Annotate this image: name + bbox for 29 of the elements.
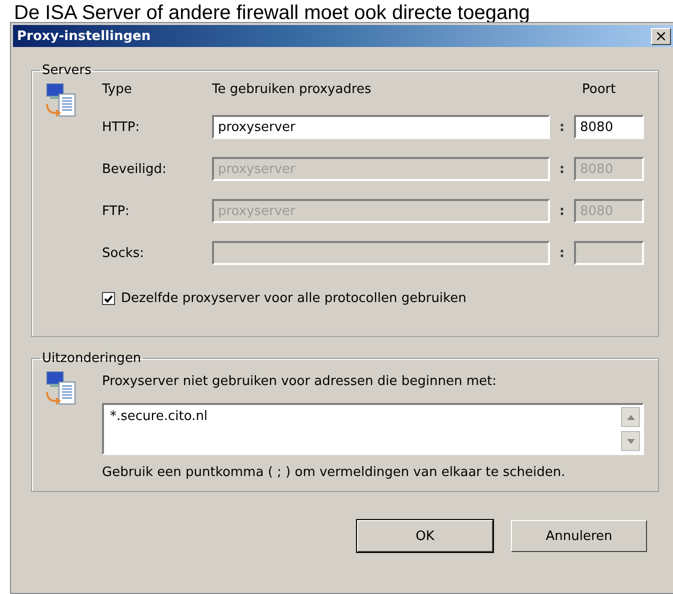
protocol-label: HTTP:	[102, 120, 141, 134]
port-field[interactable]: 8080	[574, 115, 644, 139]
column-header: Te gebruiken proxyadres	[212, 82, 372, 97]
separator-text: :	[558, 204, 566, 218]
column-header: Type	[102, 82, 133, 97]
prompt-text: Proxyserver niet gebruiken voor adressen die beginnen met:	[102, 374, 498, 389]
checkbox[interactable]	[102, 292, 115, 305]
dialog-button[interactable]: OK	[357, 520, 493, 552]
group-title: Uitzonderingen	[41, 351, 142, 366]
separator-text: :	[558, 162, 566, 176]
window-title: Proxy-instellingen	[17, 28, 151, 44]
column-header: Poort	[581, 82, 617, 97]
background-text: De ISA Server of andere firewall moet ook directe toegang	[14, 3, 530, 23]
hint-text: Gebruik een puntkomma ( ; ) om vermeldingen van elkaar te scheiden.	[102, 465, 566, 481]
protocol-label: FTP:	[102, 204, 130, 218]
close-button[interactable]: ×	[651, 28, 671, 44]
up-arrow-icon	[626, 414, 634, 420]
group-title: Servers	[41, 63, 92, 78]
separator-text: :	[558, 246, 566, 260]
protocol-label: Socks:	[102, 246, 146, 260]
exceptions-field[interactable]: *.secure.cito.nl	[102, 403, 644, 455]
down-arrow-icon	[626, 438, 634, 444]
protocol-label: Beveiligd:	[102, 162, 168, 176]
checkbox-label: Dezelfde proxyserver voor alle protocollen gebruiken	[121, 291, 466, 306]
scroll-down-button[interactable]	[621, 431, 640, 451]
scroll-up-button[interactable]	[621, 407, 640, 427]
address-field[interactable]: proxyserver	[212, 115, 550, 139]
separator-text: :	[558, 120, 566, 134]
dialog-button[interactable]: Annuleren	[511, 520, 647, 552]
